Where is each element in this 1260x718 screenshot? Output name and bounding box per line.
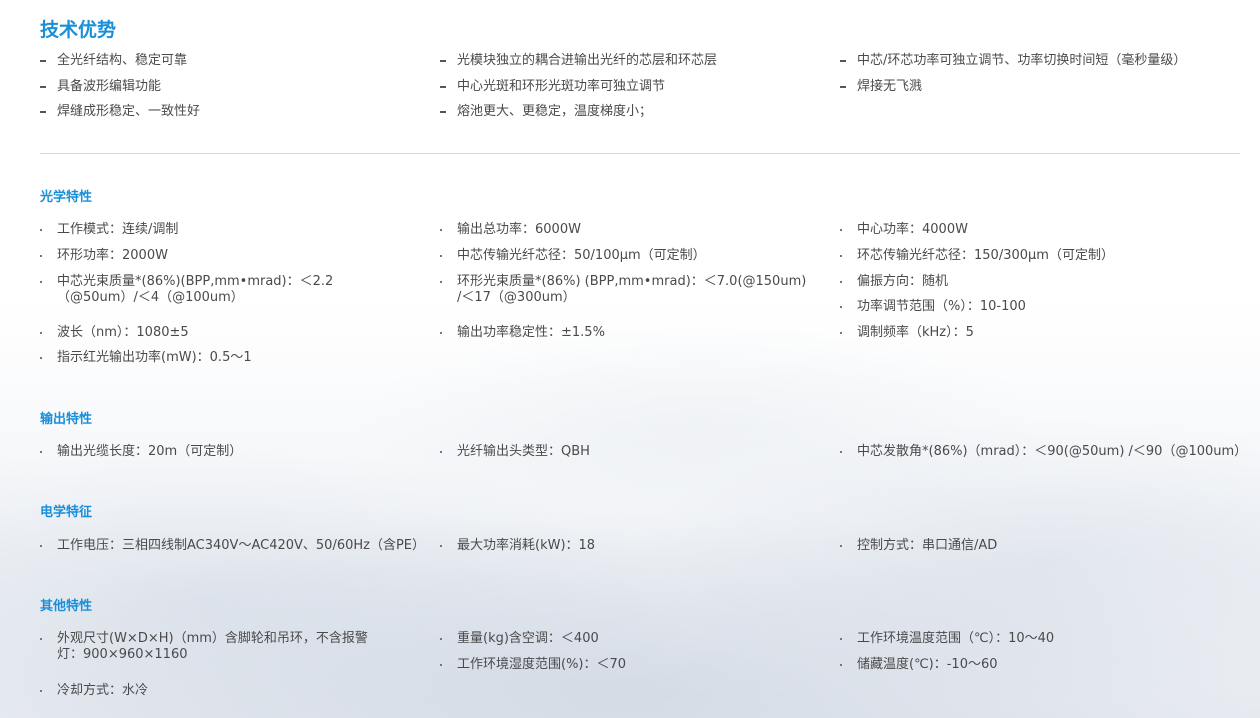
spec-item: 储藏温度(℃)：-10～60 [840,657,998,673]
output-section-title: 输出特性 [40,412,93,427]
advantages-title: 技术优势 [40,19,117,41]
spec-item: 调制频率（kHz）：5 [840,325,974,341]
advantage-item: 熔池更大、更稳定，温度梯度小； [440,103,717,129]
spec-item: 工作环境温度范围（℃）：10～40 [840,631,1054,647]
advantage-item: 具备波形编辑功能 [40,78,200,104]
spec-item: 工作电压：三相四线制AC340V～AC420V、50/60Hz（含PE） [40,538,425,554]
spec-item: 指示红光输出功率(mW)：0.5～1 [40,350,252,366]
spec-item: 重量(kg)含空调：＜400 [440,631,599,647]
electrical-section-title: 电学特征 [40,505,93,520]
spec-item: 最大功率消耗(kW)：18 [440,538,595,554]
spec-item: 输出总功率：6000W [440,222,581,238]
spec-item: 冷却方式：水冷 [40,683,148,699]
spec-item: 中心功率：4000W [840,222,968,238]
spec-item: 环形功率：2000W [40,248,168,264]
optical-section-title: 光学特性 [40,190,93,205]
spec-item: 偏振方向：随机 [840,274,948,290]
spec-item: 环芯传输光纤芯径：150/300μm（可定制） [840,248,1114,264]
advantage-item: 光模块独立的耦合进输出光纤的芯层和环芯层 [440,52,717,78]
advantage-item: 焊接无飞溅 [840,78,1186,104]
spec-item: 工作环境湿度范围(%)：＜70 [440,657,626,673]
advantage-item: 中心光斑和环形光斑功率可独立调节 [440,78,717,104]
section-divider [40,153,1240,154]
spec-item: 工作模式：连续/调制 [40,222,178,238]
spec-item: 输出功率稳定性：±1.5% [440,325,605,341]
advantage-item: 全光纤结构、稳定可靠 [40,52,200,78]
advantages-column-3: 中芯/环芯功率可独立调节、功率切换时间短（毫秒量级） 焊接无飞溅 [840,52,1186,103]
spec-item: 输出光缆长度：20m（可定制） [40,444,242,460]
spec-item: 波长（nm）：1080±5 [40,325,189,341]
advantages-column-1: 全光纤结构、稳定可靠 具备波形编辑功能 焊缝成形稳定、一致性好 [40,52,200,129]
spec-item: 光纤输出头类型：QBH [440,444,590,460]
spec-item: 环形光束质量*(86%) (BPP,mm•mrad)：＜7.0(@150um) … [440,274,812,306]
advantage-item: 焊缝成形稳定、一致性好 [40,103,200,129]
spec-item: 外观尺寸(W×D×H)（mm）含脚轮和吊环，不含报警灯：900×960×1160 [40,631,387,663]
other-section-title: 其他特性 [40,599,93,614]
spec-item: 中芯传输光纤芯径：50/100μm（可定制） [440,248,706,264]
spec-item: 功率调节范围（%）：10-100 [840,299,1026,315]
spec-item: 中芯光束质量*(86%)(BPP,mm•mrad)：＜2.2（@50um）/＜4… [40,274,412,306]
spec-item: 中芯发散角*(86%)（mrad）：＜90(@50um) /＜90（@100um… [840,444,1247,460]
advantage-item: 中芯/环芯功率可独立调节、功率切换时间短（毫秒量级） [840,52,1186,78]
advantages-column-2: 光模块独立的耦合进输出光纤的芯层和环芯层 中心光斑和环形光斑功率可独立调节 熔池… [440,52,717,129]
spec-item: 控制方式：串口通信/AD [840,538,997,554]
